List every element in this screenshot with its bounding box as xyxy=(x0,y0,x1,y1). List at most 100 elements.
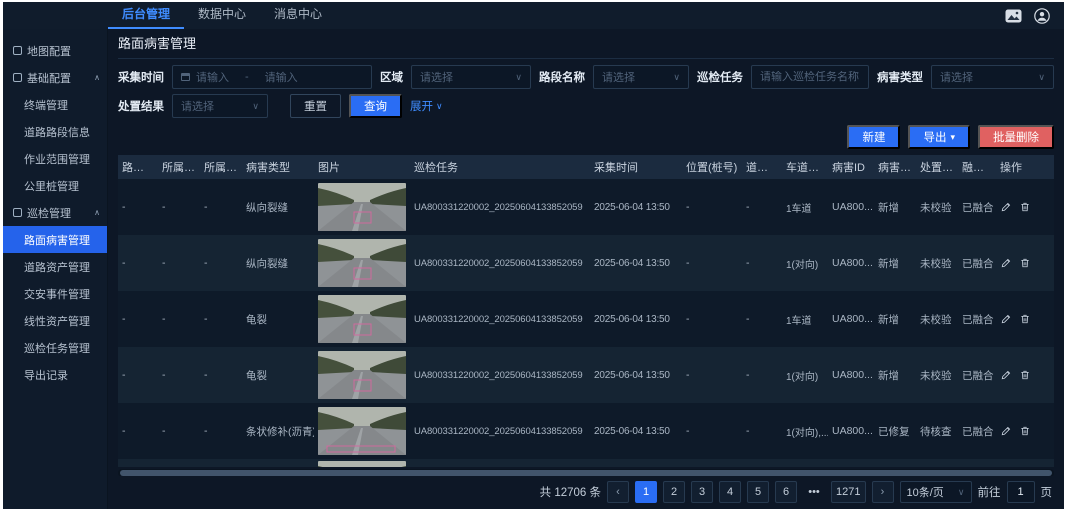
sidebar-item[interactable]: 巡检任务管理 xyxy=(3,334,107,361)
cell-result: 未校验 xyxy=(916,312,958,327)
delete-icon[interactable] xyxy=(1019,313,1031,325)
delete-icon[interactable] xyxy=(1019,425,1031,437)
sidebar-item[interactable]: 作业范围管理 xyxy=(3,145,107,172)
column-header: 融合状态 xyxy=(958,159,996,175)
sidebar-item[interactable]: 交安事件管理 xyxy=(3,280,107,307)
road-photo-thumbnail[interactable] xyxy=(318,295,406,343)
column-header: 病害ID xyxy=(828,159,874,175)
cell-type: 龟裂 xyxy=(242,312,314,327)
edit-icon[interactable] xyxy=(1000,369,1012,381)
expand-link[interactable]: 展开 xyxy=(410,98,443,114)
road-photo-thumbnail[interactable] xyxy=(318,351,406,399)
region-select[interactable]: 请选择 xyxy=(411,65,531,89)
topnav-tab[interactable]: 消息中心 xyxy=(260,2,336,29)
cell-result: 未校验 xyxy=(916,368,958,383)
cell-county: - xyxy=(200,425,242,437)
sidebar-item[interactable]: 终端管理 xyxy=(3,91,107,118)
sidebar-item[interactable]: 基础配置 xyxy=(3,64,107,91)
page-size-select[interactable]: 10条/页 xyxy=(900,481,972,503)
edit-icon[interactable] xyxy=(1000,425,1012,437)
export-button[interactable]: 导出 xyxy=(908,125,970,149)
column-header: 病害状态 xyxy=(874,159,916,175)
date-range-input[interactable]: 请输入 - 请输入 xyxy=(172,65,372,89)
sidebar-item[interactable]: 巡检管理 xyxy=(3,199,107,226)
sidebar-item[interactable]: 道路路段信息 xyxy=(3,118,107,145)
cell-fusion: 已融合 xyxy=(958,200,996,215)
cell-county: - xyxy=(200,369,242,381)
sidebar-item[interactable]: 路面病害管理 xyxy=(3,226,107,253)
cell-county: - xyxy=(200,201,242,213)
delete-icon[interactable] xyxy=(1019,369,1031,381)
goto-page-input[interactable] xyxy=(1007,481,1035,503)
table-row: ---龟裂UA800331220002_20250604133852059202… xyxy=(118,291,1054,347)
cell-result: 待核查 xyxy=(916,424,958,439)
damage-type-select[interactable]: 请选择 xyxy=(931,65,1054,89)
edit-icon[interactable] xyxy=(1000,257,1012,269)
map-icon xyxy=(13,46,22,55)
batch-delete-button[interactable]: 批量删除 xyxy=(978,125,1054,149)
page-size-value: 10条/页 xyxy=(907,484,944,500)
page-number-button[interactable]: 2 xyxy=(663,481,685,503)
sidebar-item-label: 道路资产管理 xyxy=(24,259,90,275)
road-photo-thumbnail[interactable] xyxy=(318,183,406,231)
topnav-tab[interactable]: 数据中心 xyxy=(184,2,260,29)
goto-label: 前往 xyxy=(978,484,1001,500)
road-photo-thumbnail[interactable] xyxy=(318,407,406,455)
cell-status: 新增 xyxy=(874,200,916,215)
sidebar-item[interactable]: 公里桩管理 xyxy=(3,172,107,199)
filter-panel: 采集时间 请输入 - 请输入 区域 请选择 路段名称 请选择 xyxy=(118,59,1054,123)
type-filter-label: 病害类型 xyxy=(877,69,923,85)
new-button[interactable]: 新建 xyxy=(847,125,900,149)
damage-table: 路段名称所属城市所属区县病害类型图片巡检任务采集时间位置(桩号)道路方向车道位置… xyxy=(118,155,1054,476)
cell-road: - xyxy=(118,313,158,325)
cell-position: - xyxy=(682,425,742,437)
cell-type: 条状修补(沥青) xyxy=(242,424,314,439)
page-number-button[interactable]: 4 xyxy=(719,481,741,503)
topnav-tabs: 后台管理数据中心消息中心 xyxy=(108,2,336,29)
sidebar-item[interactable]: 导出记录 xyxy=(3,361,107,388)
horizontal-scrollbar[interactable] xyxy=(120,470,1052,476)
result-select[interactable]: 请选择 xyxy=(172,94,268,118)
sidebar-item-label: 道路路段信息 xyxy=(24,124,90,140)
cell-time: 2025-06-04 13:50 xyxy=(590,314,682,325)
page-number-button[interactable]: 5 xyxy=(747,481,769,503)
cell-result: 未校验 xyxy=(916,256,958,271)
column-header: 巡检任务 xyxy=(410,159,590,175)
table-row: ---纵向裂缝UA800331220002_202506041338520592… xyxy=(118,235,1054,291)
delete-icon[interactable] xyxy=(1019,257,1031,269)
edit-icon[interactable] xyxy=(1000,313,1012,325)
cell-position: - xyxy=(682,369,742,381)
chevron-up-icon xyxy=(94,73,100,82)
search-button[interactable]: 查询 xyxy=(349,94,402,118)
table-row: ---纵向裂缝UA800331220002_202506041338520592… xyxy=(118,179,1054,235)
page-number-button[interactable]: 6 xyxy=(775,481,797,503)
delete-icon[interactable] xyxy=(1019,201,1031,213)
image-icon[interactable] xyxy=(1005,9,1022,23)
cell-time: 2025-06-04 13:50 xyxy=(590,370,682,381)
edit-icon[interactable] xyxy=(1000,201,1012,213)
sidebar-item-label: 巡检任务管理 xyxy=(24,340,90,356)
page-number-button[interactable]: 1271 xyxy=(831,481,865,503)
sidebar-item[interactable]: 道路资产管理 xyxy=(3,253,107,280)
column-header: 采集时间 xyxy=(590,159,682,175)
page-number-button[interactable]: 1 xyxy=(635,481,657,503)
user-icon[interactable] xyxy=(1034,8,1050,24)
page-number-button[interactable]: 3 xyxy=(691,481,713,503)
road-select[interactable]: 请选择 xyxy=(593,65,689,89)
cell-road: - xyxy=(118,369,158,381)
column-header: 处置结果 xyxy=(916,159,958,175)
cell-city: - xyxy=(158,257,200,269)
photo-cell xyxy=(314,295,410,343)
pagination-total: 共 12706 条 xyxy=(540,484,601,500)
topnav-tab[interactable]: 后台管理 xyxy=(108,2,184,29)
table-row: ---龟裂UA800331220002_20250604133852059202… xyxy=(118,347,1054,403)
task-search-input[interactable] xyxy=(760,71,860,83)
road-photo-thumbnail[interactable] xyxy=(318,239,406,287)
cell-direction: - xyxy=(742,257,782,269)
prev-page-button[interactable] xyxy=(607,481,629,503)
reset-button[interactable]: 重置 xyxy=(290,94,341,118)
sidebar-item[interactable]: 线性资产管理 xyxy=(3,307,107,334)
sidebar-item[interactable]: 地图配置 xyxy=(3,37,107,64)
next-page-button[interactable] xyxy=(872,481,894,503)
sidebar-item-label: 基础配置 xyxy=(27,70,71,86)
